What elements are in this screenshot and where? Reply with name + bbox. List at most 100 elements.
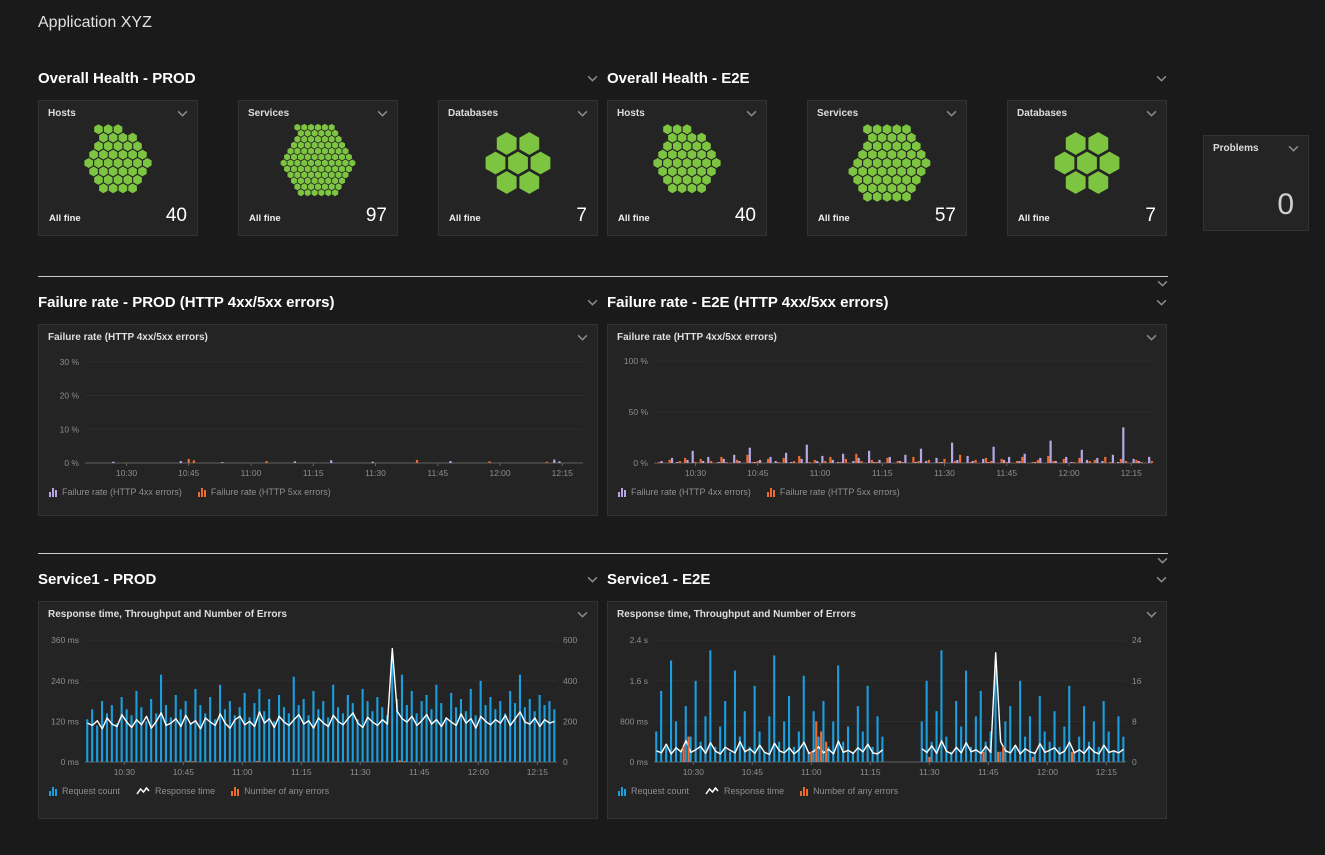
status-label: All fine	[818, 213, 850, 224]
legend-item-request-count[interactable]: Request count	[618, 786, 689, 796]
svg-text:16: 16	[1132, 676, 1142, 686]
svg-text:11:45: 11:45	[978, 767, 999, 777]
svg-text:24: 24	[1132, 635, 1142, 645]
section-title: Service1 - PROD	[38, 571, 156, 588]
legend-item-response-time[interactable]: Response time	[136, 786, 215, 796]
chevron-down-icon[interactable]	[1156, 299, 1167, 306]
chevron-down-icon[interactable]	[587, 299, 598, 306]
service1-prod-chart-tile[interactable]: Response time, Throughput and Number of …	[38, 601, 598, 819]
svg-text:120 ms: 120 ms	[51, 716, 79, 726]
hexagon-grid-icon	[817, 121, 957, 205]
legend-item-errors[interactable]: Number of any errors	[231, 786, 329, 796]
chevron-down-icon[interactable]	[1146, 110, 1157, 117]
chevron-down-icon[interactable]	[1146, 611, 1157, 618]
section-header: Failure rate - PROD (HTTP 4xx/5xx errors…	[38, 294, 598, 311]
section-title: Service1 - E2E	[607, 571, 710, 588]
failure-prod-chart-tile[interactable]: Failure rate (HTTP 4xx/5xx errors) 0 %10…	[38, 324, 598, 516]
failure-e2e-chart[interactable]: 0 %50 %100 %10:3010:4511:0011:1511:3011:…	[608, 347, 1166, 483]
status-label: All fine	[618, 213, 650, 224]
svg-text:12:00: 12:00	[489, 468, 511, 478]
legend-item-5xx[interactable]: Failure rate (HTTP 5xx errors)	[198, 487, 331, 497]
legend-item-4xx[interactable]: Failure rate (HTTP 4xx errors)	[49, 487, 182, 497]
tile-title: Problems	[1213, 143, 1259, 154]
divider-chevron-row	[38, 277, 1178, 287]
entity-count: 40	[166, 205, 187, 227]
chevron-down-icon[interactable]	[1288, 145, 1299, 152]
svg-text:11:45: 11:45	[427, 468, 448, 478]
health-tiles: Hosts All fine40 Services All fine57 Dat…	[607, 100, 1167, 236]
svg-text:11:00: 11:00	[232, 767, 253, 777]
chevron-down-icon[interactable]	[587, 576, 598, 583]
section-overall-health-prod: Overall Health - PROD Hosts All fine40 S…	[38, 70, 598, 236]
service1-e2e-chart[interactable]: 0 ms800 ms1.6 s2.4 s08162410:3010:4511:0…	[608, 624, 1166, 782]
problems-tile[interactable]: Problems 0	[1203, 135, 1309, 231]
chevron-down-icon[interactable]	[1156, 75, 1167, 82]
health-tiles: Hosts All fine40 Services All fine97 Dat…	[38, 100, 598, 236]
tile-title: Services	[817, 108, 858, 119]
chevron-down-icon[interactable]	[577, 334, 588, 341]
problems-count: 0	[1204, 156, 1308, 230]
svg-text:200: 200	[563, 716, 577, 726]
svg-text:240 ms: 240 ms	[51, 676, 79, 686]
svg-text:360 ms: 360 ms	[51, 635, 79, 645]
svg-text:400: 400	[563, 676, 577, 686]
svg-text:0 ms: 0 ms	[630, 757, 648, 767]
hexagon-grid-icon	[248, 121, 388, 205]
legend-item-request-count[interactable]: Request count	[49, 786, 120, 796]
chevron-down-icon[interactable]	[746, 110, 757, 117]
section-service1-prod: Service1 - PROD Response time, Throughpu…	[38, 571, 598, 819]
chevron-down-icon[interactable]	[177, 110, 188, 117]
bar-chart-icon	[231, 787, 239, 796]
failure-e2e-chart-tile[interactable]: Failure rate (HTTP 4xx/5xx errors) 0 %50…	[607, 324, 1167, 516]
bar-chart-icon	[618, 488, 626, 497]
service1-e2e-chart-tile[interactable]: Response time, Throughput and Number of …	[607, 601, 1167, 819]
svg-text:12:15: 12:15	[1096, 767, 1118, 777]
health-tile-hosts-prod[interactable]: Hosts All fine40	[38, 100, 198, 236]
chevron-down-icon[interactable]	[1157, 557, 1168, 564]
section-failure-prod: Failure rate - PROD (HTTP 4xx/5xx errors…	[38, 294, 598, 516]
hex-cluster	[608, 121, 766, 205]
svg-text:0: 0	[563, 757, 568, 767]
legend-item-5xx[interactable]: Failure rate (HTTP 5xx errors)	[767, 487, 900, 497]
chart-legend: Request count Response time Number of an…	[39, 782, 597, 796]
svg-text:30 %: 30 %	[60, 357, 80, 367]
svg-text:800 ms: 800 ms	[620, 716, 648, 726]
section-overall-health-e2e: Overall Health - E2E Hosts All fine40 Se…	[607, 70, 1167, 236]
svg-text:20 %: 20 %	[60, 391, 80, 401]
svg-text:8: 8	[1132, 716, 1137, 726]
health-tile-databases-e2e[interactable]: Databases All fine7	[1007, 100, 1167, 236]
health-tile-services-prod[interactable]: Services All fine97	[238, 100, 398, 236]
health-tile-hosts-e2e[interactable]: Hosts All fine40	[607, 100, 767, 236]
chevron-down-icon[interactable]	[1156, 576, 1167, 583]
bar-chart-icon	[800, 787, 808, 796]
tile-title: Response time, Throughput and Number of …	[48, 609, 287, 620]
failure-prod-chart[interactable]: 0 %10 %20 %30 %10:3010:4511:0011:1511:30…	[39, 347, 597, 483]
health-tile-services-e2e[interactable]: Services All fine57	[807, 100, 967, 236]
svg-text:11:00: 11:00	[241, 468, 262, 478]
svg-text:12:00: 12:00	[1037, 767, 1059, 777]
svg-text:12:15: 12:15	[1121, 468, 1143, 478]
hexagon-grid-icon	[448, 121, 588, 205]
chevron-down-icon[interactable]	[377, 110, 388, 117]
section-title: Failure rate - PROD (HTTP 4xx/5xx errors…	[38, 294, 335, 311]
section-failure-e2e: Failure rate - E2E (HTTP 4xx/5xx errors)…	[607, 294, 1167, 516]
hex-cluster	[439, 121, 597, 205]
chevron-down-icon[interactable]	[577, 110, 588, 117]
chevron-down-icon[interactable]	[946, 110, 957, 117]
legend-item-errors[interactable]: Number of any errors	[800, 786, 898, 796]
chevron-down-icon[interactable]	[587, 75, 598, 82]
service1-prod-chart[interactable]: 0 ms120 ms240 ms360 ms020040060010:3010:…	[39, 624, 597, 782]
tile-title: Failure rate (HTTP 4xx/5xx errors)	[48, 332, 208, 343]
legend-item-response-time[interactable]: Response time	[705, 786, 784, 796]
tile-title: Failure rate (HTTP 4xx/5xx errors)	[617, 332, 777, 343]
legend-item-4xx[interactable]: Failure rate (HTTP 4xx errors)	[618, 487, 751, 497]
health-tile-databases-prod[interactable]: Databases All fine7	[438, 100, 598, 236]
tile-title: Databases	[448, 108, 498, 119]
chevron-down-icon[interactable]	[577, 611, 588, 618]
svg-text:10:45: 10:45	[742, 767, 764, 777]
svg-text:11:45: 11:45	[409, 767, 430, 777]
chart-legend: Failure rate (HTTP 4xx errors) Failure r…	[39, 483, 597, 497]
svg-text:12:15: 12:15	[527, 767, 549, 777]
chevron-down-icon[interactable]	[1157, 280, 1168, 287]
chevron-down-icon[interactable]	[1146, 334, 1157, 341]
